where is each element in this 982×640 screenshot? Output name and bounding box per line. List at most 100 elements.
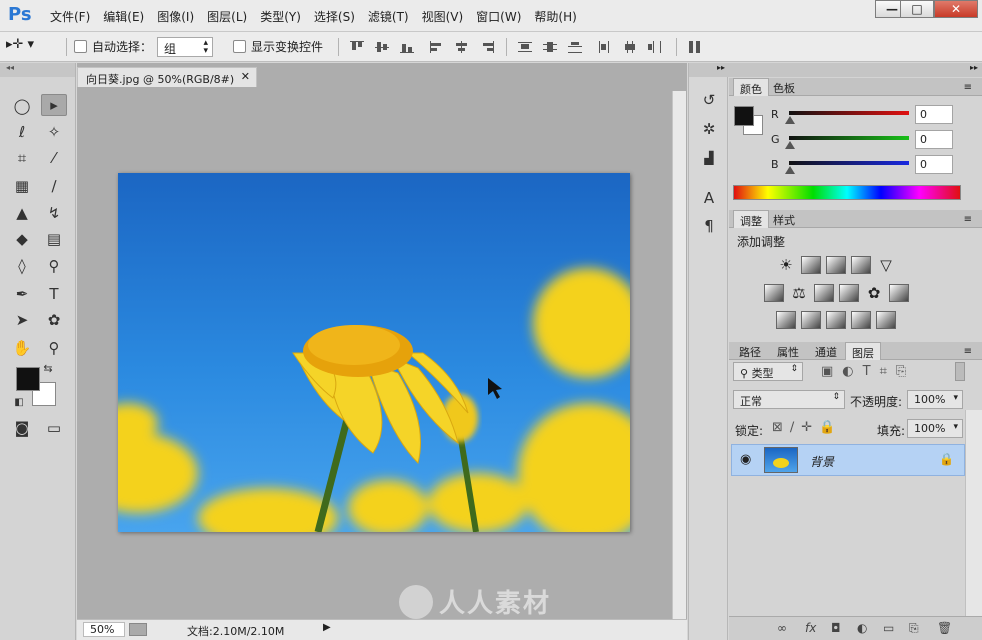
eye-visibility-icon[interactable]: ◉ bbox=[740, 452, 751, 467]
history-panel-icon[interactable]: ↺ bbox=[697, 89, 721, 111]
histogram-panel-icon[interactable]: ▟ bbox=[697, 147, 721, 169]
color-spectrum-bar[interactable] bbox=[733, 185, 961, 200]
tab-layers[interactable]: 图层 bbox=[845, 342, 881, 360]
blur-tool-icon[interactable]: ◊ bbox=[9, 255, 35, 277]
fill-input[interactable]: 100% ▾ bbox=[907, 419, 963, 438]
menu-type[interactable]: 类型(Y) bbox=[260, 8, 301, 25]
foreground-color-swatch-top[interactable] bbox=[16, 367, 40, 391]
custom-shape-icon[interactable]: ✿ bbox=[41, 309, 67, 331]
menu-view[interactable]: 视图(V) bbox=[422, 8, 464, 25]
green-knob[interactable] bbox=[785, 141, 795, 149]
hand-tool-icon[interactable]: ✋ bbox=[9, 337, 35, 359]
red-track[interactable] bbox=[789, 111, 909, 115]
eyedropper-icon[interactable]: ⁄ bbox=[41, 147, 67, 169]
blend-mode-select[interactable]: 正常 ⇕ bbox=[733, 390, 845, 409]
add-mask-icon[interactable]: ◘ bbox=[831, 621, 841, 635]
distribute-hcenter-icon[interactable] bbox=[623, 41, 637, 53]
adjustment-layer-icon[interactable]: ◐ bbox=[857, 621, 867, 635]
color-lookup-icon[interactable] bbox=[889, 284, 909, 302]
blue-slider[interactable]: B 0 bbox=[771, 155, 981, 178]
black-white-icon[interactable] bbox=[814, 284, 834, 302]
magic-wand-icon[interactable]: ✧ bbox=[41, 121, 67, 143]
auto-align-icon[interactable] bbox=[688, 41, 702, 53]
tab-swatches[interactable]: 色板 bbox=[767, 78, 801, 96]
screen-mode-icon[interactable]: ▭ bbox=[41, 417, 67, 439]
tab-adjustments[interactable]: 调整 bbox=[733, 210, 769, 228]
panel-menu-icon[interactable]: ≡ bbox=[958, 344, 978, 362]
auto-select-target-select[interactable]: 组 ▴ ▾ bbox=[157, 37, 213, 57]
gradient-map-icon[interactable] bbox=[876, 311, 896, 329]
new-layer-icon[interactable]: ⎘ bbox=[909, 621, 919, 636]
hue-saturation-icon[interactable] bbox=[764, 284, 784, 302]
brightness-contrast-icon[interactable]: ☀ bbox=[776, 256, 796, 274]
color-balance-icon[interactable]: ⚖ bbox=[789, 284, 809, 302]
layer-filter-select[interactable]: ⚲ 类型 ⇕ bbox=[733, 362, 803, 381]
tab-channels[interactable]: 通道 bbox=[809, 342, 843, 360]
dodge-tool-icon[interactable]: ⚲ bbox=[41, 255, 67, 277]
paragraph-panel-icon[interactable]: ¶ bbox=[697, 215, 721, 237]
curves-icon[interactable] bbox=[826, 256, 846, 274]
tab-paths[interactable]: 路径 bbox=[733, 342, 767, 360]
lasso-tool-icon[interactable]: ℓ bbox=[9, 121, 35, 143]
zoom-level-field[interactable]: 50% bbox=[83, 622, 125, 637]
menu-select[interactable]: 选择(S) bbox=[314, 8, 355, 25]
panel-menu-icon[interactable]: ≡ bbox=[958, 80, 978, 98]
move-tool-icon[interactable]: ▸ bbox=[41, 94, 67, 116]
align-right-icon[interactable] bbox=[480, 41, 494, 53]
auto-select-toggle[interactable]: 自动选择： bbox=[74, 38, 152, 55]
layer-style-icon[interactable]: fx bbox=[805, 621, 816, 635]
pen-tool-icon[interactable]: ✒ bbox=[9, 283, 35, 305]
path-selection-icon[interactable]: ➤ bbox=[9, 309, 35, 331]
actions-panel-icon[interactable]: ✲ bbox=[697, 118, 721, 140]
threshold-icon[interactable] bbox=[826, 311, 846, 329]
green-track[interactable] bbox=[789, 136, 909, 140]
default-colors-icon[interactable]: ◧ bbox=[12, 395, 26, 409]
status-preview-icon[interactable] bbox=[129, 623, 147, 636]
auto-select-target[interactable]: 组 ▴ ▾ bbox=[157, 37, 213, 57]
tab-color[interactable]: 颜色 bbox=[733, 78, 769, 96]
red-slider[interactable]: R 0 bbox=[771, 105, 981, 128]
menu-window[interactable]: 窗口(W) bbox=[476, 8, 521, 25]
show-transform-toggle[interactable]: 显示变换控件 bbox=[233, 38, 323, 55]
menu-edit[interactable]: 编辑(E) bbox=[103, 8, 144, 25]
zoom-tool-icon[interactable]: ⚲ bbox=[41, 337, 67, 359]
close-button[interactable]: ✕ bbox=[934, 0, 978, 18]
panel-menu-icon[interactable]: ≡ bbox=[958, 212, 978, 230]
swap-colors-icon[interactable]: ⇆ bbox=[40, 361, 56, 375]
layer-filter-icons[interactable]: ▣◐T⌗⎘ bbox=[821, 364, 915, 379]
tab-properties[interactable]: 属性 bbox=[771, 342, 805, 360]
crop-tool-icon[interactable]: ⌗ bbox=[9, 147, 35, 169]
layer-row-background[interactable]: ◉ 背景 🔒 bbox=[731, 444, 965, 476]
type-tool-icon[interactable]: T bbox=[41, 283, 67, 305]
opacity-input[interactable]: 100% ▾ bbox=[907, 390, 963, 409]
dock-collapse-icon[interactable]: ▸▸ bbox=[689, 63, 729, 77]
distribute-top-icon[interactable] bbox=[518, 41, 532, 53]
lock-options-icons[interactable]: ⊠∕✛🔒 bbox=[772, 420, 842, 435]
selective-color-icon[interactable] bbox=[851, 311, 871, 329]
canvas-vertical-scrollbar[interactable] bbox=[672, 91, 686, 619]
vibrance-icon[interactable]: ▽ bbox=[876, 256, 896, 274]
gradient-icon[interactable]: ▤ bbox=[41, 228, 67, 250]
blue-value-input[interactable]: 0 bbox=[915, 155, 953, 174]
history-brush-icon[interactable]: ↯ bbox=[41, 202, 67, 224]
link-layers-icon[interactable]: ∞ bbox=[777, 621, 787, 635]
panels-collapse-icon[interactable]: ▸▸ bbox=[729, 63, 982, 77]
red-value-input[interactable]: 0 bbox=[915, 105, 953, 124]
menu-filter[interactable]: 滤镜(T) bbox=[368, 8, 409, 25]
menu-file[interactable]: 文件(F) bbox=[50, 8, 90, 25]
blue-track[interactable] bbox=[789, 161, 909, 165]
align-left-icon[interactable] bbox=[430, 41, 444, 53]
spot-healing-icon[interactable]: ▦ bbox=[9, 175, 35, 197]
brush-tool-icon[interactable]: ∕ bbox=[41, 175, 67, 197]
quick-mask-icon[interactable]: ◙ bbox=[9, 417, 35, 439]
menu-image[interactable]: 图像(I) bbox=[157, 8, 194, 25]
invert-icon[interactable] bbox=[776, 311, 796, 329]
filter-toggle-switch[interactable] bbox=[955, 362, 965, 381]
status-menu-arrow[interactable]: ▶ bbox=[323, 622, 331, 633]
layers-scrollbar[interactable] bbox=[965, 410, 982, 616]
elliptical-marquee-icon[interactable]: ◯ bbox=[9, 95, 35, 117]
align-top-icon[interactable] bbox=[350, 41, 364, 53]
distribute-right-icon[interactable] bbox=[648, 41, 662, 53]
green-slider[interactable]: G 0 bbox=[771, 130, 981, 153]
distribute-left-icon[interactable] bbox=[598, 41, 612, 53]
